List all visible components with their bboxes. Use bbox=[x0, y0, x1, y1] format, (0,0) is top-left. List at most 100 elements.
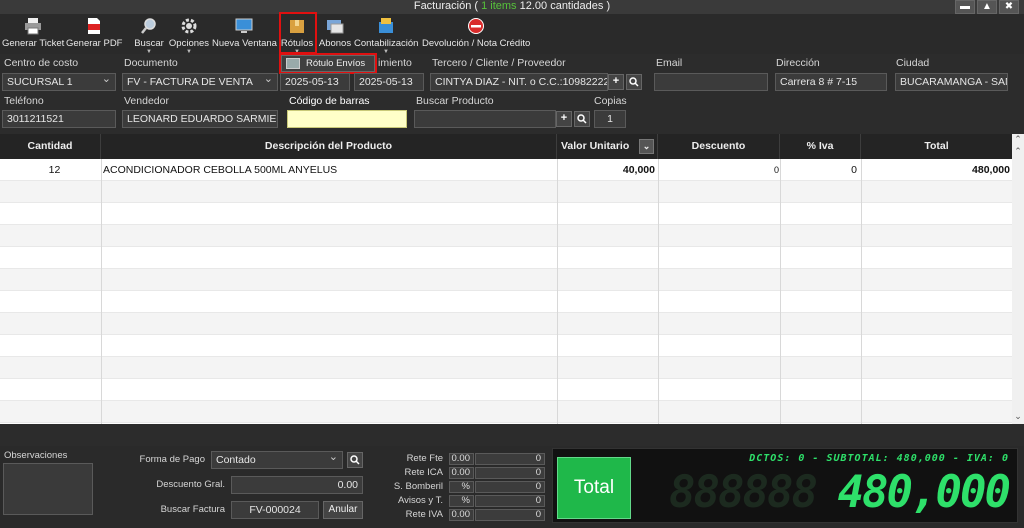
generar-ticket-label: Generar Ticket bbox=[2, 38, 65, 49]
column-divider bbox=[780, 159, 781, 424]
payment-icon bbox=[327, 20, 344, 34]
buscar-label: Buscar bbox=[134, 38, 164, 49]
title-prefix: Facturación ( bbox=[413, 0, 482, 12]
forma-pago-label: Forma de Pago bbox=[139, 454, 205, 465]
s-bomberil-percent[interactable]: % bbox=[449, 481, 474, 493]
scroll-up-icon[interactable]: ⌃ bbox=[1012, 134, 1024, 145]
forma-pago-select[interactable]: Contado bbox=[211, 451, 343, 469]
buscar-button[interactable]: Buscar ▼ bbox=[132, 16, 166, 55]
col-total[interactable]: Total bbox=[861, 134, 1012, 159]
rete-iva-percent[interactable]: 0.00 bbox=[449, 509, 474, 521]
column-divider bbox=[658, 159, 659, 424]
rotulos-highlight bbox=[279, 12, 317, 54]
table-scrollbar[interactable]: ⌃ ⌃ ⌄ bbox=[1012, 134, 1024, 424]
buscar-factura-input[interactable]: FV-000024 bbox=[231, 501, 319, 519]
printer-icon bbox=[25, 18, 41, 35]
generar-pdf-button[interactable]: Generar PDF bbox=[66, 16, 123, 52]
buscar-factura-label: Buscar Factura bbox=[160, 504, 225, 515]
copias-input[interactable]: 1 bbox=[594, 110, 626, 128]
total-button[interactable]: Total bbox=[557, 457, 631, 519]
monitor-icon bbox=[235, 18, 253, 33]
descuento-gral-label: Descuento Gral. bbox=[156, 479, 225, 490]
opciones-label: Opciones bbox=[168, 38, 210, 49]
search-icon bbox=[350, 455, 360, 465]
avisos-percent[interactable]: % bbox=[449, 495, 474, 507]
totals-summary: DCTOS: 0 - SUBTOTAL: 480,000 - IVA: 0 bbox=[749, 453, 1009, 464]
scroll-up-icon[interactable]: ⌃ bbox=[1012, 146, 1024, 157]
minimize-button[interactable]: ▬ bbox=[955, 0, 975, 14]
search-forma-pago-button[interactable] bbox=[347, 452, 363, 468]
search-icon bbox=[577, 114, 587, 124]
cell-cantidad: 12 bbox=[48, 164, 61, 176]
rete-ica-percent[interactable]: 0.00 bbox=[449, 467, 474, 479]
maximize-button[interactable]: ▲ bbox=[977, 0, 997, 14]
descuento-gral-input[interactable]: 0.00 bbox=[231, 476, 363, 494]
devolucion-button[interactable]: Devolución / Nota Crédito bbox=[422, 16, 530, 52]
abonos-button[interactable]: Abonos bbox=[318, 16, 352, 52]
add-producto-button[interactable]: + bbox=[556, 111, 572, 127]
search-producto-button[interactable] bbox=[574, 111, 590, 127]
col-descripcion[interactable]: Descripción del Producto bbox=[101, 134, 557, 159]
anular-button[interactable]: Anular bbox=[323, 501, 363, 519]
col-descuento[interactable]: Descuento bbox=[658, 134, 780, 159]
ciudad-input[interactable]: BUCARAMANGA - SANTANDER bbox=[895, 73, 1008, 91]
abonos-label: Abonos bbox=[318, 38, 352, 49]
search-icon bbox=[629, 77, 639, 87]
search-tercero-button[interactable] bbox=[626, 74, 642, 90]
vencimiento-label: imiento bbox=[378, 57, 412, 69]
col-cantidad[interactable]: Cantidad bbox=[0, 134, 101, 159]
col-valor-unitario[interactable]: Valor Unitario ⌄ bbox=[557, 134, 658, 159]
gear-icon bbox=[181, 18, 197, 34]
codigo-barras-input[interactable] bbox=[287, 110, 407, 128]
rete-fte-percent[interactable]: 0.00 bbox=[449, 453, 474, 465]
column-divider bbox=[861, 159, 862, 424]
tercero-input[interactable]: CINTYA DIAZ - NIT. o C.C.:1098222222 bbox=[430, 73, 608, 91]
generar-pdf-label: Generar PDF bbox=[66, 38, 123, 49]
nueva-ventana-label: Nueva Ventana bbox=[212, 38, 277, 49]
observaciones-textarea[interactable] bbox=[3, 463, 93, 515]
email-input[interactable] bbox=[654, 73, 768, 91]
column-menu-icon[interactable]: ⌄ bbox=[639, 139, 654, 154]
return-icon bbox=[468, 18, 484, 34]
scroll-down-icon[interactable]: ⌄ bbox=[1012, 411, 1024, 422]
close-button[interactable]: ✖ bbox=[999, 0, 1019, 14]
lcd-background-digits: 888888 bbox=[669, 467, 818, 518]
devolucion-label: Devolución / Nota Crédito bbox=[422, 38, 531, 49]
cell-descripcion: ACONDICIONADOR CEBOLLA 500ML ANYELUS bbox=[103, 164, 338, 176]
fecha-input[interactable]: 2025-05-13 bbox=[280, 73, 350, 91]
contabilizacion-label: Contabilización bbox=[354, 38, 419, 49]
vendedor-label: Vendedor bbox=[124, 95, 169, 107]
nueva-ventana-button[interactable]: Nueva Ventana bbox=[212, 16, 277, 52]
rotulo-envios-highlight bbox=[279, 53, 377, 74]
vendedor-input[interactable]: LEONARD EDUARDO SARMIENTO bbox=[122, 110, 278, 128]
title-bar: Facturación ( 1 items 12.00 cantidades ) bbox=[0, 0, 1024, 14]
ciudad-label: Ciudad bbox=[896, 57, 930, 69]
centro-costo-select[interactable]: SUCURSAL 1 bbox=[2, 73, 116, 91]
add-tercero-button[interactable]: + bbox=[608, 74, 624, 90]
opciones-button[interactable]: Opciones ▼ bbox=[168, 16, 210, 55]
cell-iva: 0 bbox=[851, 164, 857, 176]
table-header: Cantidad Descripción del Producto Valor … bbox=[0, 134, 1012, 159]
telefono-label: Teléfono bbox=[4, 95, 44, 107]
vencimiento-input[interactable]: 2025-05-13 bbox=[354, 73, 424, 91]
generar-ticket-button[interactable]: Generar Ticket bbox=[2, 16, 64, 52]
facturacion-window: Facturación ( 1 items 12.00 cantidades )… bbox=[0, 0, 1024, 528]
toolbar: Generar Ticket Generar PDF Buscar ▼ Opci… bbox=[0, 14, 1024, 55]
rete-ica-label: Rete ICA bbox=[404, 467, 443, 478]
buscar-producto-input[interactable] bbox=[414, 110, 556, 128]
tercero-label: Tercero / Cliente / Proveedor bbox=[432, 57, 566, 69]
telefono-input[interactable]: 3011211521 bbox=[2, 110, 116, 128]
col-valor-unitario-label: Valor Unitario bbox=[561, 140, 630, 152]
title-suffix: 12.00 cantidades ) bbox=[516, 0, 611, 12]
col-iva[interactable]: % Iva bbox=[780, 134, 861, 159]
documento-select[interactable]: FV - FACTURA DE VENTA bbox=[122, 73, 278, 91]
contabilizacion-button[interactable]: Contabilización ▼ bbox=[354, 16, 419, 55]
cell-descuento: 0 bbox=[773, 165, 779, 175]
direccion-label: Dirección bbox=[776, 57, 820, 69]
rete-ica-value: 0 bbox=[475, 467, 545, 479]
direccion-input[interactable]: Carrera 8 # 7-15 bbox=[775, 73, 887, 91]
magnifier-icon bbox=[141, 18, 156, 34]
codigo-barras-label: Código de barras bbox=[289, 95, 370, 107]
rete-fte-label: Rete Fte bbox=[406, 453, 443, 464]
rete-fte-value: 0 bbox=[475, 453, 545, 465]
